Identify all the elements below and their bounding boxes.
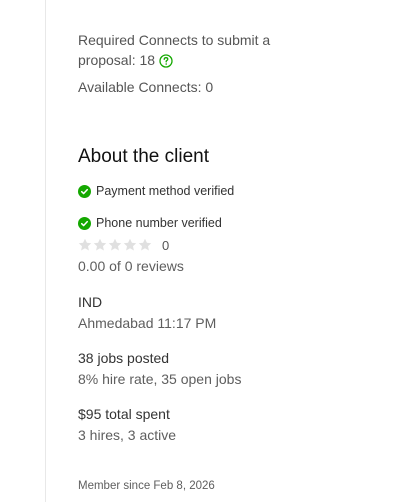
star-icon [123, 238, 137, 251]
client-rating: 0 [78, 236, 169, 254]
rating-count: 0 [162, 237, 170, 253]
jobs-posted: 38 jobs posted [78, 350, 170, 366]
star-rating [78, 238, 153, 252]
payment-verified-label: Payment method verified [96, 184, 235, 198]
help-circle-icon[interactable] [159, 53, 173, 68]
client-city-time: Ahmedabad 11:17 PM [78, 315, 217, 331]
star-icon [78, 238, 92, 251]
verified-check-icon [78, 184, 91, 198]
hires-active: 3 hires, 3 active [78, 427, 177, 443]
about-client-title: About the client [78, 146, 209, 167]
star-icon [93, 238, 107, 251]
hire-rate: 8% hire rate, 35 open jobs [78, 371, 242, 387]
star-icon [108, 238, 122, 251]
star-icon [138, 238, 152, 251]
reviews-summary: 0.00 of 0 reviews [78, 258, 184, 274]
total-spent: $95 total spent [78, 406, 170, 422]
available-connects: Available Connects: 0 [78, 79, 214, 95]
member-since: Member since Feb 8, 2026 [78, 480, 215, 492]
payment-verified-row: Payment method verified [78, 183, 234, 199]
client-country: IND [78, 294, 103, 310]
verified-check-icon [78, 216, 91, 230]
required-connects: Required Connects to submit a proposal: … [78, 30, 298, 70]
phone-verified-label: Phone number verified [96, 216, 222, 230]
phone-verified-row: Phone number verified [78, 215, 222, 231]
required-connects-text: Required Connects to submit a proposal: … [78, 32, 271, 68]
panel-divider [45, 0, 46, 502]
